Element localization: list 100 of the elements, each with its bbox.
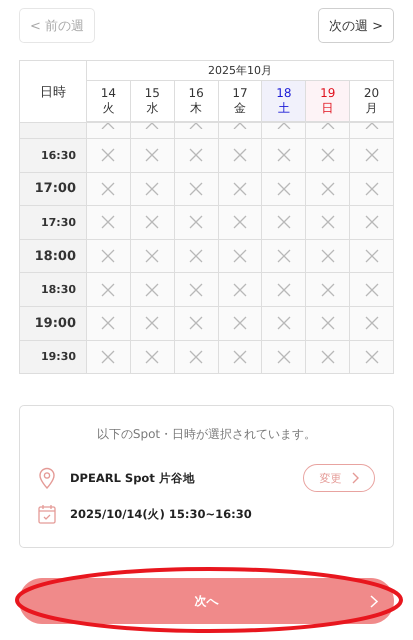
slot-cell[interactable]	[306, 172, 350, 206]
slot-cell[interactable]	[350, 306, 394, 341]
slot-cell[interactable]	[174, 273, 219, 307]
slot-cell[interactable]	[130, 306, 175, 341]
time-cell: 19:00	[20, 306, 87, 341]
next-week-button[interactable]: 次の週 >	[318, 8, 394, 43]
slot-cell[interactable]	[262, 340, 306, 374]
slot-cell[interactable]	[218, 306, 262, 341]
slot-cell[interactable]	[306, 240, 350, 274]
slot-cell[interactable]	[130, 273, 175, 307]
cross-icon	[189, 215, 204, 230]
time-cell: 18:30	[20, 273, 87, 307]
slot-cell[interactable]	[87, 273, 131, 307]
slot-cell[interactable]	[87, 172, 131, 206]
cross-icon	[232, 148, 247, 162]
cross-icon	[364, 316, 379, 330]
slot-cell[interactable]	[87, 123, 131, 139]
cross-icon	[364, 249, 379, 264]
slot-cell[interactable]	[174, 123, 219, 139]
cross-icon	[232, 123, 247, 129]
slot-cell[interactable]	[262, 139, 306, 173]
cross-icon	[189, 282, 204, 297]
cross-icon	[145, 350, 160, 364]
cross-icon	[320, 148, 335, 162]
slot-cell[interactable]	[350, 240, 394, 274]
day-header: 17 金	[218, 81, 262, 123]
cross-icon	[320, 123, 335, 129]
location-pin-icon	[38, 467, 56, 490]
chevron-right-icon	[352, 472, 358, 484]
slot-cell[interactable]	[306, 340, 350, 374]
slot-cell[interactable]	[306, 139, 350, 173]
cross-icon	[145, 215, 160, 230]
cross-icon	[364, 215, 379, 230]
cross-icon	[364, 282, 379, 297]
time-cell: 18:00	[20, 240, 87, 274]
slot-cell[interactable]	[218, 240, 262, 274]
slot-cell[interactable]	[262, 172, 306, 206]
slot-cell[interactable]	[218, 123, 262, 139]
time-cell: 17:00	[20, 172, 87, 206]
slot-cell[interactable]	[174, 139, 219, 173]
slot-cell[interactable]	[306, 273, 350, 307]
time-cell: 16:30	[20, 139, 87, 173]
slot-cell[interactable]	[350, 172, 394, 206]
cross-icon	[320, 316, 335, 330]
cross-icon	[101, 350, 116, 364]
slot-cell[interactable]	[218, 340, 262, 374]
slot-cell[interactable]	[130, 240, 175, 274]
slot-cell[interactable]	[350, 206, 394, 240]
slot-cell[interactable]	[174, 340, 219, 374]
slot-cell[interactable]	[218, 172, 262, 206]
slot-cell[interactable]	[306, 206, 350, 240]
selected-datetime: 2025/10/14(火) 15:30~16:30	[70, 506, 253, 522]
cross-icon	[232, 249, 247, 264]
slot-cell[interactable]	[87, 240, 131, 274]
slot-cell[interactable]	[174, 206, 219, 240]
slot-cell[interactable]	[350, 273, 394, 307]
slot-cell[interactable]	[87, 340, 131, 374]
cross-icon	[145, 316, 160, 330]
cross-icon	[101, 282, 116, 297]
cross-icon	[276, 148, 291, 162]
slot-cell[interactable]	[130, 206, 175, 240]
chevron-right-icon	[370, 595, 378, 608]
slot-cell[interactable]	[262, 306, 306, 341]
slot-cell[interactable]	[306, 123, 350, 139]
slot-cell[interactable]	[306, 306, 350, 341]
calendar-check-icon	[38, 504, 56, 524]
slot-cell[interactable]	[130, 123, 175, 139]
slot-cell[interactable]	[174, 172, 219, 206]
slot-cell[interactable]	[130, 139, 175, 173]
slot-cell[interactable]	[87, 306, 131, 341]
slot-cell[interactable]	[350, 123, 394, 139]
slot-cell[interactable]	[87, 139, 131, 173]
cross-icon	[189, 182, 204, 196]
time-cell: 17:30	[20, 206, 87, 240]
slot-cell[interactable]	[262, 240, 306, 274]
spot-name: DPEARL Spot 片谷地	[70, 470, 196, 486]
slot-cell[interactable]	[130, 340, 175, 374]
slot-cell[interactable]	[218, 206, 262, 240]
cross-icon	[232, 182, 247, 196]
slot-cell[interactable]	[262, 273, 306, 307]
slot-cell[interactable]	[218, 273, 262, 307]
cross-icon	[232, 282, 247, 297]
slot-cell[interactable]	[350, 139, 394, 173]
cross-icon	[276, 182, 291, 196]
next-button[interactable]: 次へ	[19, 578, 394, 624]
slot-cell[interactable]	[130, 172, 175, 206]
slot-cell[interactable]	[87, 206, 131, 240]
slot-cell[interactable]	[262, 206, 306, 240]
cross-icon	[189, 316, 204, 330]
change-button[interactable]: 変更	[303, 464, 375, 492]
slot-cell[interactable]	[350, 340, 394, 374]
slot-cell[interactable]	[262, 123, 306, 139]
slot-cell[interactable]	[174, 306, 219, 341]
cross-icon	[145, 123, 160, 129]
card-title: 以下のSpot・日時が選択されています。	[96, 426, 318, 444]
slot-cell[interactable]	[174, 240, 219, 274]
cross-icon	[145, 182, 160, 196]
cross-icon	[101, 316, 116, 330]
cross-icon	[232, 350, 247, 364]
slot-cell[interactable]	[218, 139, 262, 173]
